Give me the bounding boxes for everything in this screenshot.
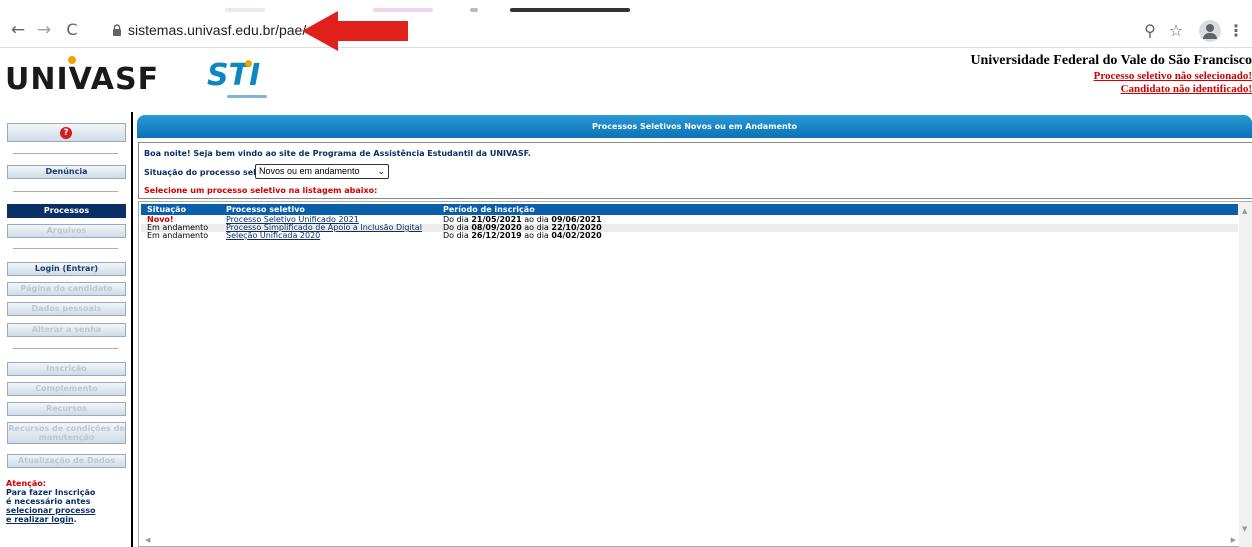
site-header: UNIVASF STI Universidade Federal do Vale… <box>0 48 1252 98</box>
annotation-arrow-icon <box>302 11 408 51</box>
star-icon[interactable]: ☆ <box>1166 20 1186 42</box>
help-icon: ? <box>60 127 72 139</box>
sidebar-separator <box>13 248 118 249</box>
url-text[interactable]: sistemas.univasf.edu.br/pae/ <box>128 22 306 38</box>
column-header-situacao: Situação <box>147 205 187 214</box>
status-filter-select[interactable]: Novos ou em andamento ⌄ <box>255 164 389 179</box>
table-row: Em andamento Seleção Unificada 2020 Do d… <box>141 231 1238 241</box>
row-period: Do dia 26/12/2019 ao dia 04/02/2020 <box>443 231 602 241</box>
scroll-down-icon[interactable]: ▼ <box>1242 525 1247 533</box>
welcome-message: Boa noite! Seja bem vindo ao site de Pro… <box>144 149 531 158</box>
sidebar-item-atualizacao-dados[interactable]: Atualização de Dados <box>7 454 126 468</box>
browser-chrome: ← → C sistemas.univasf.edu.br/pae/ ⚲ ☆ ⋮ <box>0 0 1252 48</box>
row-status: Em andamento <box>147 231 209 240</box>
vertical-scrollbar[interactable]: ▲ ▼ <box>1239 202 1252 547</box>
reload-button[interactable]: C <box>62 20 82 40</box>
lock-icon <box>113 24 121 36</box>
period-text: ao dia <box>524 231 549 240</box>
attention-note: Atenção: Para fazer Inscrição é necessár… <box>6 479 96 524</box>
tab-ghost <box>470 8 478 12</box>
scroll-up-icon[interactable]: ▲ <box>1242 207 1247 215</box>
sidebar-separator <box>13 348 118 349</box>
table-header: Situação Processo seletivo Período de in… <box>141 204 1238 215</box>
period-end: 04/02/2020 <box>551 231 602 240</box>
sidebar-separator <box>13 191 118 192</box>
back-button[interactable]: ← <box>8 20 28 40</box>
attention-text: . <box>73 515 77 524</box>
sidebar-item-alterar-senha[interactable]: Alterar a senha <box>7 323 126 337</box>
help-button[interactable]: ? <box>7 123 126 142</box>
sidebar-item-recursos-condicoes[interactable]: Recursos de condições de manutenção <box>7 422 126 444</box>
attention-text: Para fazer Inscrição <box>6 488 96 497</box>
university-name: Universidade Federal do Vale do São Fran… <box>970 53 1252 68</box>
sidebar-divider <box>131 112 133 547</box>
sti-logo: STI <box>207 58 267 98</box>
select-hint: Selecione um processo seletivo na listag… <box>144 186 378 195</box>
tab-ghost <box>510 8 630 12</box>
tab-ghost <box>225 8 265 12</box>
sidebar-item-pagina-candidato[interactable]: Página do candidato <box>7 282 126 296</box>
sti-logo-text: STI <box>207 58 261 93</box>
logo-swoosh <box>227 95 267 98</box>
tab-strip <box>0 0 1252 12</box>
sidebar-item-login[interactable]: Login (Entrar) <box>7 262 126 276</box>
sidebar-item-complemento[interactable]: Complemento <box>7 382 126 396</box>
login-link[interactable]: e realizar login <box>6 515 74 524</box>
sidebar-item-denuncia[interactable]: Denúncia <box>7 165 126 179</box>
scroll-left-icon[interactable]: ◀ <box>145 536 150 544</box>
page-title: Processos Seletivos Novos ou em Andament… <box>137 115 1252 138</box>
process-status-link[interactable]: Processo seletivo não selecionado! <box>1094 70 1252 82</box>
scroll-right-icon[interactable]: ▶ <box>1231 536 1236 544</box>
forward-button[interactable]: → <box>34 20 54 40</box>
sidebar-separator <box>13 153 118 154</box>
sidebar-item-label: Recursos de condições de <box>8 424 125 433</box>
address-bar[interactable]: sistemas.univasf.edu.br/pae/ <box>100 19 1100 43</box>
logo-dot <box>68 56 76 64</box>
period-text: Do dia <box>443 231 469 240</box>
chevron-down-icon: ⌄ <box>377 166 385 176</box>
zoom-icon[interactable]: ⚲ <box>1140 20 1160 42</box>
sidebar-item-inscricao[interactable]: Inscrição <box>7 362 126 376</box>
sidebar-item-label: manutenção <box>38 433 95 442</box>
logo-dot <box>245 60 252 67</box>
attention-text: é necessário antes <box>6 497 91 506</box>
process-list: Situação Processo seletivo Período de in… <box>138 201 1252 547</box>
sidebar: ? Denúncia Processos Arquivos Login (Ent… <box>0 112 134 547</box>
process-link[interactable]: Seleção Unificada 2020 <box>226 231 320 241</box>
univasf-logo: UNIVASF <box>5 56 160 97</box>
intro-panel: Boa noite! Seja bem vindo ao site de Pro… <box>138 142 1252 199</box>
column-header-processo: Processo seletivo <box>226 205 305 214</box>
univasf-logo-text: UNIVASF <box>5 62 160 97</box>
sidebar-item-processos[interactable]: Processos <box>7 204 126 218</box>
column-header-periodo: Período de inscrição <box>443 205 535 214</box>
select-process-link[interactable]: selecionar processo <box>6 506 96 515</box>
period-start: 26/12/2019 <box>471 231 522 240</box>
candidate-status-link[interactable]: Candidato não identificado! <box>1121 83 1252 95</box>
status-filter-value: Novos ou em andamento <box>259 166 360 176</box>
sidebar-item-dados-pessoais[interactable]: Dados pessoais <box>7 302 126 316</box>
profile-icon[interactable] <box>1199 20 1221 42</box>
sidebar-item-arquivos[interactable]: Arquivos <box>7 224 126 238</box>
sidebar-item-recursos[interactable]: Recursos <box>7 402 126 416</box>
menu-icon[interactable]: ⋮ <box>1228 20 1244 42</box>
attention-title: Atenção: <box>6 479 46 488</box>
